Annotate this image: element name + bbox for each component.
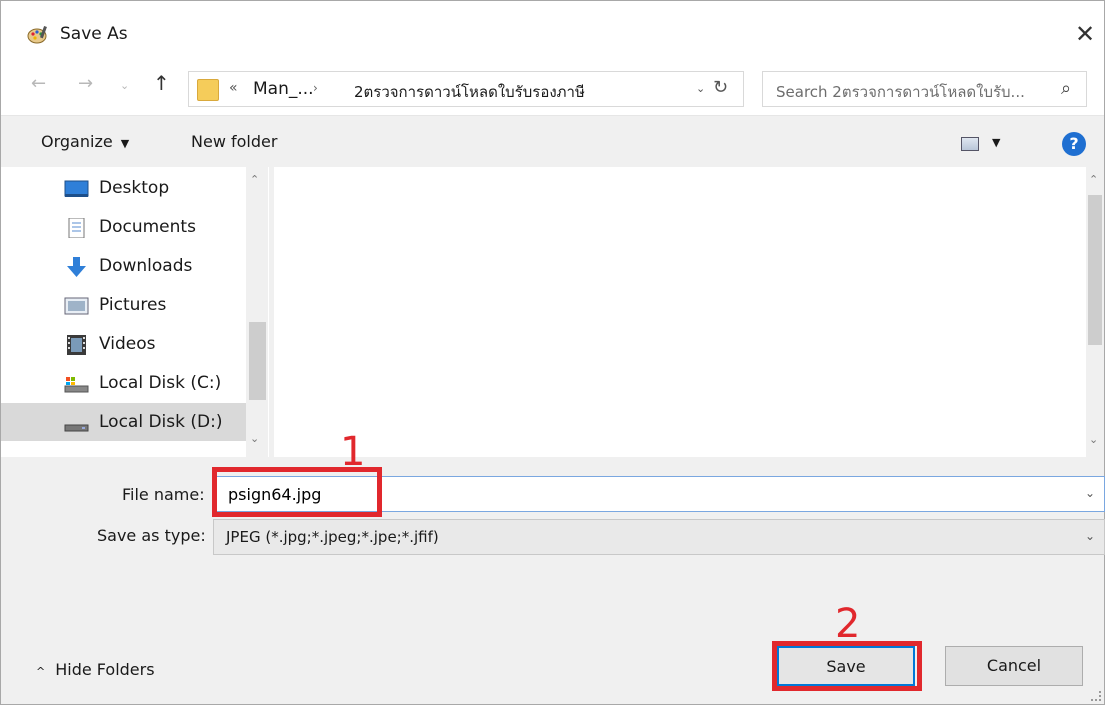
- new-folder-button[interactable]: New folder: [191, 132, 277, 151]
- address-bar[interactable]: « Man_... › 2ตรวจการดาวน์โหลดใบรับรองภาษ…: [188, 71, 744, 107]
- annotation-step-number: 1: [340, 429, 366, 475]
- save-as-type-dropdown-icon[interactable]: ⌄: [1085, 529, 1095, 543]
- videos-icon: [67, 335, 86, 355]
- palette-app-icon: [27, 26, 47, 44]
- scroll-down-icon[interactable]: ⌄: [1089, 433, 1098, 446]
- hide-folders-label: Hide Folders: [55, 660, 155, 679]
- folder-icon: [197, 79, 219, 101]
- downloads-icon: [67, 257, 86, 277]
- title-bar: Save As ✕: [1, 1, 1104, 63]
- sidebar-item-local-disk-c[interactable]: Local Disk (C:): [1, 364, 246, 402]
- scroll-down-icon[interactable]: ⌄: [250, 432, 259, 445]
- up-arrow-icon[interactable]: ↑: [153, 71, 170, 95]
- dropdown-arrow-icon: ▼: [120, 137, 130, 150]
- navigation-pane: Desktop Documents Downloads Pictures Vid…: [1, 167, 269, 457]
- sidebar-item-label: Desktop: [99, 178, 170, 198]
- view-options-icon[interactable]: [961, 137, 979, 151]
- file-list-scrollbar[interactable]: ⌃ ⌄: [1086, 167, 1104, 457]
- sidebar-item-label: Local Disk (C:): [99, 373, 222, 393]
- sidebar-item-documents[interactable]: Documents: [1, 208, 246, 246]
- save-as-dialog: Save As ✕ ← → ⌄ ↑ « Man_... › 2ตรวจการดา…: [0, 0, 1105, 705]
- sidebar-item-label: Videos: [99, 334, 156, 354]
- cancel-button[interactable]: Cancel: [945, 646, 1083, 686]
- close-icon[interactable]: ✕: [1069, 18, 1101, 50]
- organize-button[interactable]: Organize ▼: [41, 132, 129, 151]
- navigation-scrollbar[interactable]: ⌃ ⌄: [246, 167, 268, 457]
- recent-locations-chevron-icon[interactable]: ⌄: [120, 79, 129, 92]
- pictures-icon: [64, 297, 89, 315]
- documents-icon: [68, 218, 85, 238]
- save-as-type-label: Save as type:: [97, 526, 206, 545]
- save-as-type-value: JPEG (*.jpg;*.jpeg;*.jpe;*.jfif): [226, 528, 439, 546]
- annotation-highlight-save: [772, 641, 922, 691]
- forward-arrow-icon[interactable]: →: [78, 73, 93, 94]
- breadcrumb-separator-icon[interactable]: ›: [313, 81, 318, 95]
- chevron-up-icon: ^: [36, 665, 46, 678]
- address-dropdown-icon[interactable]: ⌄: [696, 82, 705, 95]
- refresh-icon[interactable]: ↻: [713, 77, 728, 98]
- scroll-up-icon[interactable]: ⌃: [1089, 173, 1098, 186]
- resize-grip-icon[interactable]: [1091, 691, 1101, 701]
- sidebar-item-label: Downloads: [99, 256, 193, 276]
- drive-c-icon: [64, 377, 89, 393]
- window-title: Save As: [60, 24, 128, 44]
- sidebar-item-label: Pictures: [99, 295, 167, 315]
- breadcrumb-item[interactable]: 2ตรวจการดาวน์โหลดใบรับรองภาษี: [354, 80, 585, 104]
- sidebar-item-videos[interactable]: Videos: [1, 325, 246, 363]
- file-name-label: File name:: [122, 485, 205, 504]
- view-dropdown-arrow-icon[interactable]: ▼: [992, 136, 1000, 149]
- sidebar-item-pictures[interactable]: Pictures: [1, 286, 246, 324]
- sidebar-item-local-disk-d[interactable]: Local Disk (D:): [1, 403, 246, 441]
- sidebar-item-desktop[interactable]: Desktop: [1, 169, 246, 207]
- search-icon[interactable]: ⌕: [1061, 78, 1071, 99]
- sidebar-item-label: Documents: [99, 217, 196, 237]
- save-as-type-select[interactable]: JPEG (*.jpg;*.jpeg;*.jpe;*.jfif) ⌄: [213, 519, 1105, 555]
- file-name-dropdown-icon[interactable]: ⌄: [1085, 486, 1095, 500]
- desktop-icon: [64, 180, 89, 197]
- annotation-step-number: 2: [835, 601, 861, 647]
- breadcrumb-item[interactable]: Man_...: [253, 79, 314, 99]
- back-arrow-icon[interactable]: ←: [31, 73, 46, 94]
- help-icon[interactable]: ?: [1062, 132, 1086, 156]
- organize-label: Organize: [41, 132, 113, 151]
- hide-folders-button[interactable]: ^ Hide Folders: [36, 660, 155, 679]
- drive-d-icon: [64, 424, 89, 432]
- address-row: ← → ⌄ ↑ « Man_... › 2ตรวจการดาวน์โหลดใบร…: [1, 63, 1104, 115]
- search-placeholder: Search 2ตรวจการดาวน์โหลดใบรับ...: [776, 83, 1025, 101]
- file-list-pane[interactable]: [274, 167, 1086, 457]
- search-input[interactable]: Search 2ตรวจการดาวน์โหลดใบรับ... ⌕: [762, 71, 1087, 107]
- scrollbar-thumb[interactable]: [249, 322, 266, 400]
- scroll-up-icon[interactable]: ⌃: [250, 173, 259, 186]
- scrollbar-thumb[interactable]: [1088, 195, 1102, 345]
- command-toolbar: Organize ▼ New folder ▼ ?: [1, 115, 1104, 167]
- sidebar-item-label: Local Disk (D:): [99, 412, 223, 432]
- breadcrumb-overflow-icon[interactable]: «: [229, 80, 238, 96]
- sidebar-item-downloads[interactable]: Downloads: [1, 247, 246, 285]
